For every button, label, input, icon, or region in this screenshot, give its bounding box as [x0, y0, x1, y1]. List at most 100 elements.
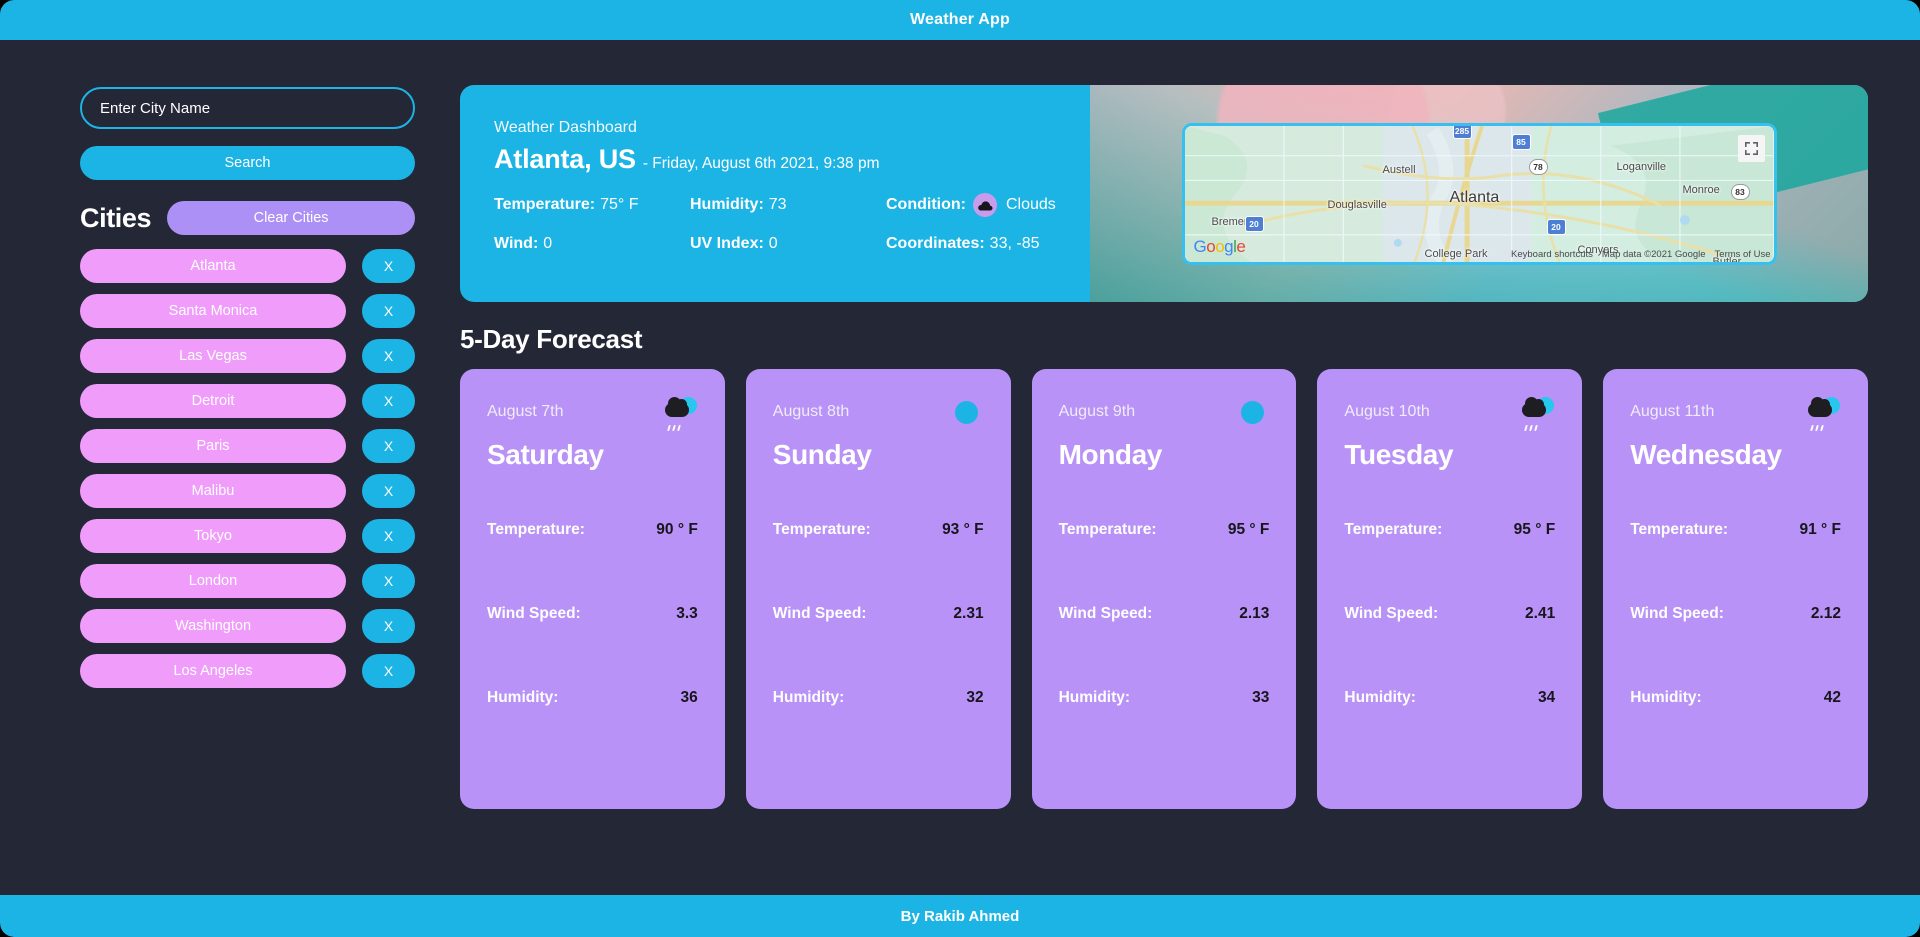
- stat-wind-value: 0: [543, 235, 553, 252]
- clear-cities-button[interactable]: Clear Cities: [167, 201, 415, 235]
- stat-condition: Condition: Clouds: [886, 193, 1090, 217]
- remove-city-button[interactable]: X: [362, 294, 415, 328]
- forecast-temperature-label: Temperature:: [487, 521, 585, 538]
- forecast-humidity-value: 42: [1823, 689, 1841, 706]
- city-button[interactable]: Las Vegas: [80, 339, 346, 373]
- city-list-item: London X: [80, 564, 415, 598]
- forecast-wind-row: Wind Speed: 2.13: [1059, 605, 1270, 623]
- map-label-atlanta: Atlanta: [1449, 188, 1500, 206]
- city-button[interactable]: Paris: [80, 429, 346, 463]
- remove-city-button[interactable]: X: [362, 564, 415, 598]
- forecast-wind-label: Wind Speed:: [1630, 605, 1724, 622]
- forecast-temperature-row: Temperature: 93 ° F: [773, 521, 984, 539]
- city-button[interactable]: Tokyo: [80, 519, 346, 553]
- main-content: Weather Dashboard Atlanta, US - Friday, …: [460, 40, 1920, 895]
- city-button[interactable]: Santa Monica: [80, 294, 346, 328]
- forecast-temperature-value: 91 ° F: [1799, 521, 1841, 538]
- forecast-humidity-value: 36: [680, 689, 698, 706]
- dashboard-datetime: - Friday, August 6th 2021, 9:38 pm: [642, 155, 880, 172]
- dashboard-subtitle: Weather Dashboard: [494, 119, 637, 136]
- stat-wind: Wind: 0: [494, 235, 690, 253]
- forecast-humidity-row: Humidity: 33: [1059, 689, 1270, 707]
- forecast-day-name: Saturday: [487, 439, 604, 470]
- search-button[interactable]: Search: [80, 146, 415, 180]
- footer-credit: By Rakib Ahmed: [900, 907, 1020, 925]
- forecast-humidity-label: Humidity:: [1344, 689, 1416, 706]
- rain-cloud-icon: [1521, 397, 1555, 431]
- city-button[interactable]: Atlanta: [80, 249, 346, 283]
- forecast-card-top: August 8th: [773, 397, 984, 427]
- forecast-card: August 7th Saturday Temperature: 90 ° F Wind…: [460, 369, 725, 809]
- forecast-wind-value: 2.12: [1810, 605, 1841, 622]
- search-input[interactable]: [80, 87, 415, 129]
- fullscreen-icon[interactable]: [1737, 134, 1765, 162]
- forecast-metrics: Temperature: 93 ° F Wind Speed: 2.31 Humidit…: [773, 521, 984, 707]
- forecast-metrics: Temperature: 95 ° F Wind Speed: 2.13 Humidit…: [1059, 521, 1270, 707]
- forecast-temperature-value: 95 ° F: [1513, 521, 1556, 538]
- forecast-metrics: Temperature: 91 ° F Wind Speed: 2.12 Humidit…: [1630, 521, 1841, 707]
- google-logo: Google: [1194, 237, 1246, 257]
- forecast-day-name: Tuesday: [1344, 439, 1454, 470]
- map-label-austell: Austell: [1382, 163, 1416, 176]
- forecast-wind-row: Wind Speed: 2.41: [1344, 605, 1555, 623]
- dashboard-info: Weather Dashboard Atlanta, US - Friday, …: [460, 85, 1090, 302]
- city-list-item: Washington X: [80, 609, 415, 643]
- remove-city-button[interactable]: X: [362, 339, 415, 373]
- forecast-wind-label: Wind Speed:: [1058, 605, 1153, 622]
- remove-city-button[interactable]: X: [362, 384, 415, 418]
- city-list: Atlanta X Santa Monica X Las Vegas X Detroit X P…: [80, 249, 415, 688]
- google-map[interactable]: Atlanta Austell Douglasville Bremen Coll…: [1181, 122, 1777, 265]
- forecast-humidity-label: Humidity:: [487, 689, 559, 706]
- google-logo-o1: o: [1206, 236, 1216, 256]
- remove-city-button[interactable]: X: [362, 609, 415, 643]
- forecast-temperature-row: Temperature: 90 ° F: [487, 521, 698, 539]
- forecast-cards: August 7th Saturday Temperature: 90 ° F Wind…: [460, 369, 1868, 809]
- stat-wind-label: Wind:: [494, 235, 539, 252]
- forecast-temperature-value: 93 ° F: [942, 521, 984, 538]
- stat-uv-label: UV Index:: [690, 235, 764, 252]
- terms-of-use-link[interactable]: Terms of Use: [1715, 249, 1771, 260]
- remove-city-button[interactable]: X: [362, 249, 415, 283]
- city-button[interactable]: Detroit: [80, 384, 346, 418]
- forecast-humidity-row: Humidity: 32: [773, 689, 984, 707]
- remove-city-button[interactable]: X: [362, 429, 415, 463]
- forecast-humidity-row: Humidity: 34: [1344, 689, 1555, 707]
- remove-city-button[interactable]: X: [362, 474, 415, 508]
- city-list-item: Paris X: [80, 429, 415, 463]
- app-header: Weather App: [0, 0, 1920, 40]
- forecast-date: August 10th: [1344, 403, 1430, 420]
- remove-city-button[interactable]: X: [362, 654, 415, 688]
- forecast-wind-value: 2.31: [953, 605, 984, 622]
- city-button[interactable]: London: [80, 564, 346, 598]
- city-button[interactable]: Los Angeles: [80, 654, 346, 688]
- dashboard-city-name: Atlanta, US: [494, 144, 636, 174]
- forecast-day-name: Sunday: [772, 439, 872, 470]
- stat-uv-value: 0: [768, 235, 778, 252]
- stat-humidity: Humidity: 73: [690, 193, 886, 217]
- city-button[interactable]: Malibu: [80, 474, 346, 508]
- forecast-wind-row: Wind Speed: 3.3: [487, 605, 698, 623]
- forecast-card-top: August 10th: [1344, 397, 1555, 431]
- google-logo-g2: g: [1224, 236, 1234, 256]
- forecast-temperature-value: 95 ° F: [1227, 521, 1270, 538]
- forecast-date: August 9th: [1058, 403, 1136, 420]
- forecast-date: August 7th: [487, 403, 564, 420]
- google-logo-o2: o: [1215, 236, 1225, 256]
- keyboard-shortcuts-link[interactable]: Keyboard shortcuts: [1511, 249, 1593, 260]
- forecast-temperature-label: Temperature:: [1058, 521, 1157, 538]
- city-button[interactable]: Washington: [80, 609, 346, 643]
- forecast-temperature-label: Temperature:: [1344, 521, 1443, 538]
- clear-sky-icon: [950, 397, 984, 427]
- forecast-metrics: Temperature: 95 ° F Wind Speed: 2.41 Humidit…: [1344, 521, 1555, 707]
- dashboard-title-row: Atlanta, US - Friday, August 6th 2021, 9…: [494, 144, 1090, 175]
- forecast-date: August 8th: [772, 403, 850, 420]
- highway-shield-78: 78: [1528, 158, 1548, 175]
- forecast-temperature-row: Temperature: 91 ° F: [1630, 521, 1841, 539]
- stat-condition-value: Clouds: [1005, 196, 1056, 213]
- weather-app-window: Weather App Search Cities Clear Cities A…: [0, 0, 1920, 937]
- stat-temperature-value: 75° F: [600, 196, 639, 213]
- forecast-card: August 8th Sunday Temperature: 93 ° F Wind S…: [745, 369, 1011, 809]
- remove-city-button[interactable]: X: [362, 519, 415, 553]
- forecast-heading: 5-Day Forecast: [460, 324, 643, 354]
- rain-cloud-icon: [664, 397, 698, 431]
